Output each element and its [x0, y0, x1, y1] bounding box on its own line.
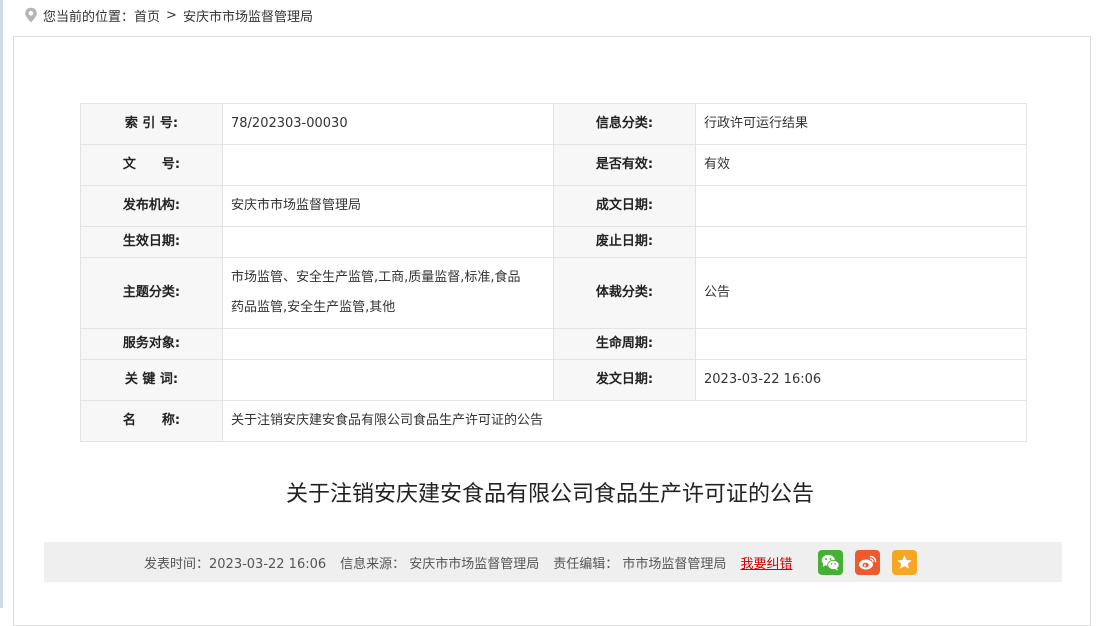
- wechat-icon: [822, 554, 840, 570]
- location-pin-icon: [25, 7, 37, 23]
- index-number-label: 索 引 号:: [80, 103, 223, 145]
- doc-number-label: 文 号:: [80, 144, 223, 186]
- table-row: 文 号: 是否有效: 有效: [80, 144, 1027, 186]
- publish-date-label: 发文日期:: [553, 359, 696, 401]
- keywords-label: 关 键 词:: [80, 359, 223, 401]
- article-title: 关于注销安庆建安食品有限公司食品生产许可证的公告: [285, 482, 814, 507]
- issuer-value: 安庆市市场监督管理局: [222, 185, 554, 227]
- table-row: 主题分类: 市场监管、安全生产监管,工商,质量监督,标准,食品 药品监管,安全生…: [80, 257, 1027, 329]
- table-row: 服务对象: 生命周期:: [80, 328, 1027, 360]
- responsible-editor: 责任编辑： 市市场监督管理局: [553, 556, 727, 572]
- abolish-date-value: [695, 226, 1027, 258]
- share-wechat-button[interactable]: [818, 549, 844, 575]
- effective-date-value: [222, 226, 554, 258]
- publish-date-value: 2023-03-22 16:06: [695, 359, 1027, 401]
- table-row: 生效日期: 废止日期:: [80, 226, 1027, 258]
- index-number-value: 78/202303-00030: [222, 103, 554, 145]
- keywords-value: [222, 359, 554, 401]
- issuer-label: 发布机构:: [80, 185, 223, 227]
- table-row: 名 称: 关于注销安庆建安食品有限公司食品生产许可证的公告: [80, 400, 1027, 442]
- publish-time: 发表时间：2023-03-22 16:06: [144, 556, 327, 572]
- topic-category-label: 主题分类:: [80, 257, 223, 329]
- genre-label: 体裁分类:: [553, 257, 696, 329]
- lifecycle-label: 生命周期:: [553, 328, 696, 360]
- written-date-label: 成文日期:: [553, 185, 696, 227]
- info-category-value: 行政许可运行结果: [695, 103, 1027, 145]
- table-row: 关 键 词: 发文日期: 2023-03-22 16:06: [80, 359, 1027, 401]
- breadcrumb-prefix: 您当前的位置：: [43, 9, 135, 25]
- service-target-label: 服务对象:: [80, 328, 223, 360]
- validity-value: 有效: [695, 144, 1027, 186]
- left-edge-stripe: [0, 0, 3, 608]
- info-category-label: 信息分类:: [553, 103, 696, 145]
- weibo-icon: [859, 555, 877, 569]
- doc-number-value: [222, 144, 554, 186]
- table-row: 发布机构: 安庆市市场监督管理局 成文日期:: [80, 185, 1027, 227]
- doc-name-label: 名 称:: [80, 400, 223, 442]
- info-source: 信息来源： 安庆市市场监督管理局: [340, 556, 540, 572]
- add-favorite-button[interactable]: [892, 549, 918, 575]
- validity-label: 是否有效:: [553, 144, 696, 186]
- document-metadata-table: 索 引 号: 78/202303-00030 信息分类: 行政许可运行结果 文 …: [80, 103, 1027, 442]
- table-row: 索 引 号: 78/202303-00030 信息分类: 行政许可运行结果: [80, 103, 1027, 145]
- effective-date-label: 生效日期:: [80, 226, 223, 258]
- report-error-link[interactable]: 我要纠错: [740, 553, 792, 572]
- written-date-value: [695, 185, 1027, 227]
- topic-category-line-2: 药品监管,安全生产监管,其他: [231, 300, 396, 315]
- doc-name-value: 关于注销安庆建安食品有限公司食品生产许可证的公告: [222, 400, 1027, 442]
- topic-category-value: 市场监管、安全生产监管,工商,质量监督,标准,食品 药品监管,安全生产监管,其他: [222, 257, 554, 329]
- genre-value: 公告: [695, 257, 1027, 329]
- breadcrumb-current-link[interactable]: 安庆市市场监督管理局: [183, 6, 313, 25]
- star-icon: [897, 554, 913, 569]
- abolish-date-label: 废止日期:: [553, 226, 696, 258]
- topic-category-line-1: 市场监管、安全生产监管,工商,质量监督,标准,食品: [231, 270, 521, 285]
- breadcrumb: 您当前的位置： 首页 > 安庆市市场监督管理局: [24, 6, 313, 25]
- lifecycle-value: [695, 328, 1027, 360]
- breadcrumb-separator: >: [166, 7, 177, 23]
- service-target-value: [222, 328, 554, 360]
- share-weibo-button[interactable]: [855, 549, 881, 575]
- breadcrumb-home-link[interactable]: 首页: [134, 6, 160, 25]
- article-info-bar: 发表时间：2023-03-22 16:06 信息来源： 安庆市市场监督管理局 责…: [44, 542, 1062, 582]
